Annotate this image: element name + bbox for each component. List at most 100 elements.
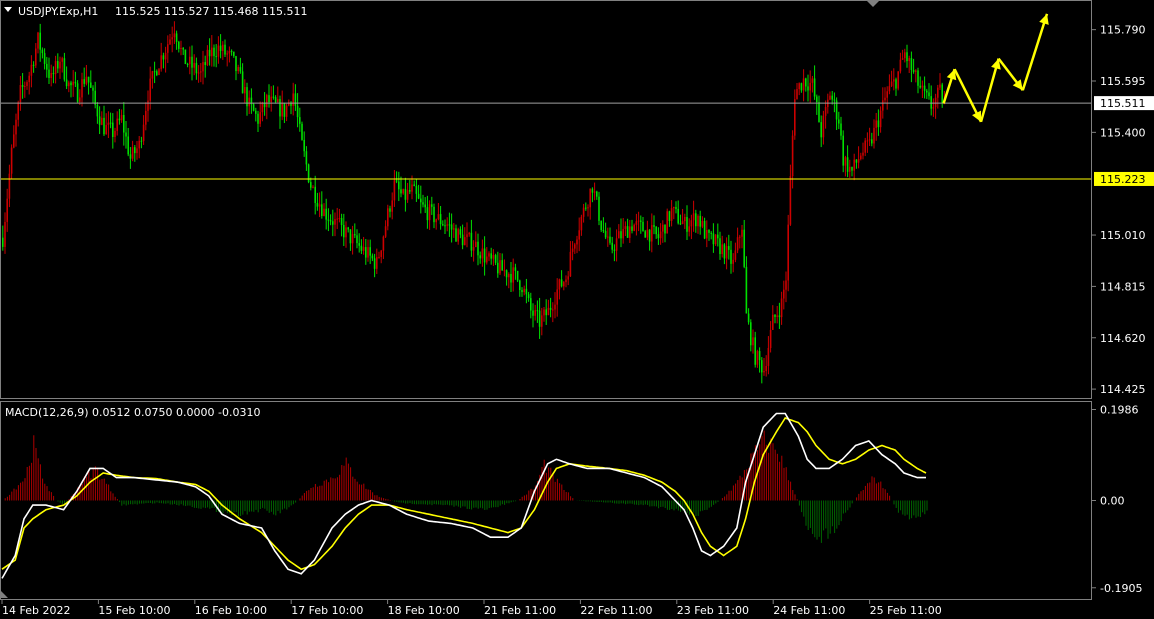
- candle-body: [681, 221, 684, 224]
- candle-body: [189, 56, 191, 65]
- candle-body: [523, 288, 525, 293]
- candle-body: [644, 231, 646, 238]
- candle-body: [470, 232, 473, 251]
- candle-body: [857, 159, 860, 163]
- candle-body: [316, 202, 319, 207]
- candle-body: [890, 81, 893, 87]
- candle-body: [362, 247, 365, 251]
- candle-body: [475, 241, 477, 248]
- candle-body: [83, 79, 85, 84]
- candle-body: [442, 224, 444, 226]
- candle-body: [822, 115, 825, 138]
- candle-body: [730, 249, 732, 264]
- candle-body: [384, 226, 387, 237]
- candle-body: [277, 99, 279, 102]
- trading-chart[interactable]: 115.790 115.595 115.400 115.010 114.815 114.6…: [0, 0, 1154, 619]
- candle-body: [477, 241, 479, 256]
- candle-body: [796, 89, 798, 100]
- candle-body: [640, 220, 642, 222]
- candle-body: [233, 51, 235, 57]
- candle-body: [301, 123, 303, 140]
- candle-body: [483, 248, 486, 263]
- candle-body: [329, 220, 332, 222]
- macd-tick-label: 0.1986: [1100, 404, 1139, 417]
- candle-body: [149, 78, 151, 101]
- candle-body: [448, 224, 451, 226]
- candle-body: [182, 48, 184, 50]
- chart-ohlc: 115.525 115.527 115.468 115.511: [115, 5, 307, 18]
- candle-body: [164, 52, 167, 60]
- candle-body: [886, 91, 888, 98]
- candle-body: [147, 100, 149, 111]
- candle-body: [728, 246, 730, 250]
- candle-body: [939, 84, 941, 88]
- candle-body: [809, 82, 811, 91]
- candle-body: [926, 90, 928, 93]
- candle-body: [739, 236, 741, 238]
- candle-body: [314, 186, 316, 203]
- candle-body: [508, 273, 510, 278]
- candle-body: [530, 298, 532, 311]
- candle-body: [453, 228, 455, 230]
- candle-body: [428, 204, 431, 221]
- candle-body: [785, 280, 787, 290]
- candle-body: [829, 95, 831, 100]
- candle-body: [569, 251, 572, 277]
- candle-body: [791, 135, 794, 177]
- candle-body: [98, 116, 101, 125]
- candle-body: [609, 236, 611, 243]
- candle-body: [156, 71, 158, 76]
- candle-body: [888, 86, 891, 92]
- candle-body: [635, 221, 638, 225]
- time-tick-label: 14 Feb 2022: [2, 604, 70, 617]
- candle-body: [717, 234, 719, 239]
- candle-body: [758, 351, 761, 361]
- candle-body: [642, 221, 644, 232]
- candle-body: [901, 58, 904, 60]
- candle-body: [206, 49, 209, 66]
- candle-body: [618, 231, 620, 239]
- candle-body: [585, 207, 587, 209]
- candle-body: [631, 226, 633, 231]
- candle-body: [134, 147, 136, 154]
- candle-body: [299, 117, 301, 124]
- candle-body: [268, 95, 270, 103]
- candle-body: [565, 279, 567, 283]
- candle-body: [604, 230, 607, 238]
- candle-body: [648, 229, 651, 242]
- time-tick-label: 18 Feb 10:00: [388, 604, 460, 617]
- candle-body: [684, 216, 686, 222]
- candle-body: [915, 70, 917, 72]
- candle-body: [327, 219, 330, 221]
- candle-body: [136, 148, 138, 154]
- candle-body: [455, 228, 457, 242]
- candle-body: [173, 33, 176, 38]
- candle-body: [409, 190, 411, 192]
- candle-body: [514, 267, 517, 271]
- current-price-label: 115.511: [1100, 97, 1146, 110]
- candle-body: [499, 260, 501, 274]
- candle-body: [505, 270, 508, 278]
- candle-body: [824, 107, 827, 116]
- candle-body: [24, 85, 26, 87]
- macd-header: MACD(12,26,9) 0.0512 0.0750 0.0000 -0.03…: [5, 406, 260, 419]
- candle-body: [552, 309, 554, 311]
- candle-body: [820, 122, 822, 138]
- candle-body: [21, 85, 24, 87]
- candle-body: [750, 322, 752, 346]
- candle-body: [347, 227, 349, 230]
- candle-body: [794, 99, 796, 136]
- candle-body: [525, 288, 528, 295]
- candle-body: [538, 310, 541, 327]
- candle-body: [736, 237, 739, 251]
- candle-body: [519, 280, 521, 291]
- candle-body: [763, 371, 765, 373]
- candle-body: [851, 166, 853, 171]
- candle-body: [125, 132, 127, 137]
- candle-body: [266, 95, 268, 108]
- candle-body: [169, 39, 171, 45]
- candle-body: [356, 235, 358, 244]
- candle-body: [248, 97, 250, 107]
- candle-body: [871, 139, 873, 144]
- candle-body: [244, 87, 246, 94]
